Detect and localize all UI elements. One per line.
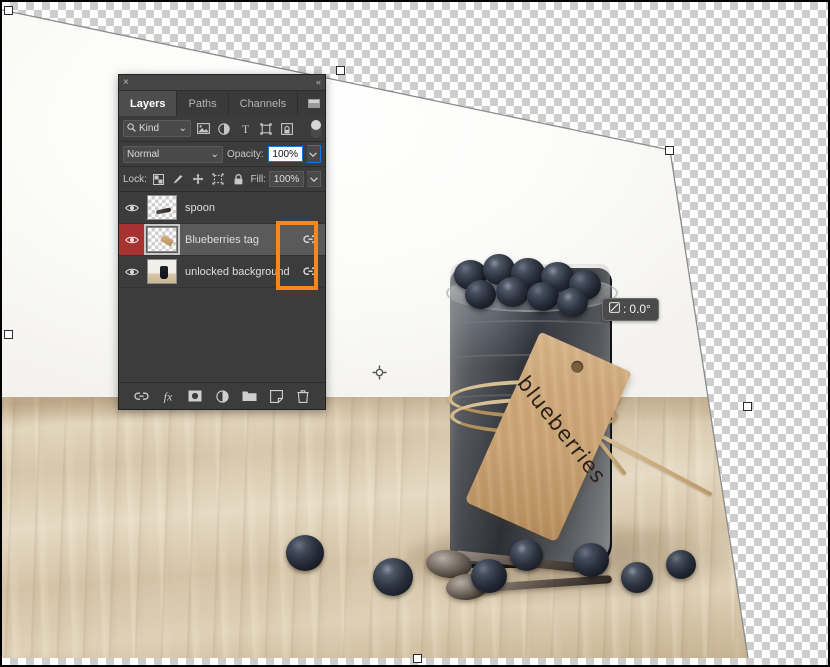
tab-layers[interactable]: Layers xyxy=(119,91,178,116)
shape-layer-filter-icon[interactable] xyxy=(257,120,275,137)
adjustment-layer-filter-icon[interactable] xyxy=(215,120,233,137)
layer-visibility-toggle[interactable] xyxy=(119,192,145,223)
opacity-input[interactable]: 100% xyxy=(267,146,303,162)
layer-name-label: unlocked background xyxy=(185,265,290,278)
pixel-layer-filter-icon[interactable] xyxy=(194,120,212,137)
berry-scatter-3 xyxy=(471,559,507,593)
berry-scatter-4 xyxy=(510,539,543,571)
tab-paths-label: Paths xyxy=(188,97,217,110)
layers-panel-footer: fx xyxy=(119,382,325,409)
tab-channels[interactable]: Channels xyxy=(228,91,299,116)
handle-top-left[interactable] xyxy=(4,6,13,15)
link-layers-icon[interactable] xyxy=(295,256,325,287)
hud-separator: : xyxy=(623,302,627,316)
lock-artboard-nesting-icon[interactable] xyxy=(210,171,227,188)
fill-label: Fill: xyxy=(250,173,266,185)
opacity-stepper-icon[interactable] xyxy=(306,145,321,163)
handle-bottom-center[interactable] xyxy=(413,654,422,663)
smart-object-filter-icon[interactable] xyxy=(278,120,296,137)
thumbnail-content xyxy=(155,207,172,215)
type-layer-filter-icon[interactable]: T xyxy=(236,120,254,137)
layer-name-label: Blueberries tag xyxy=(185,233,259,246)
svg-text:T: T xyxy=(241,123,249,135)
search-icon xyxy=(127,122,136,135)
berry-top-6 xyxy=(465,280,496,309)
layer-thumbnail[interactable] xyxy=(147,259,177,284)
lock-label: Lock: xyxy=(123,173,147,185)
tab-layers-label: Layers xyxy=(130,97,166,110)
fill-stepper-icon[interactable] xyxy=(307,171,321,187)
berry-scatter-5 xyxy=(573,543,609,577)
berry-scatter-2 xyxy=(373,558,413,596)
lock-image-pixels-icon[interactable] xyxy=(170,171,187,188)
filter-kind-select[interactable]: Kind ⌄ xyxy=(123,120,191,137)
berry-scatter-7 xyxy=(666,550,696,579)
add-layer-mask-icon[interactable] xyxy=(187,388,204,405)
blend-mode-select[interactable]: Normal ⌄ xyxy=(123,145,223,163)
transform-pivot[interactable] xyxy=(372,365,387,380)
panel-titlebar: × « xyxy=(119,75,325,91)
panel-tabs: Layers Paths Channels xyxy=(119,91,325,116)
layer-list[interactable]: spoon Blueberries tag unlocked backgroun… xyxy=(119,192,325,382)
tag-hole xyxy=(569,358,586,375)
thumbnail-content xyxy=(148,260,176,283)
handle-middle-left[interactable] xyxy=(4,330,13,339)
layer-row-blueberries-tag[interactable]: Blueberries tag xyxy=(119,224,325,256)
handle-top-right[interactable] xyxy=(665,146,674,155)
panel-menu-icon[interactable] xyxy=(303,91,325,116)
wooden-table-surface xyxy=(2,397,748,658)
new-adjustment-layer-icon[interactable] xyxy=(214,388,231,405)
thumbnail-content xyxy=(160,234,174,247)
transform-angle-hud: : 0.0° xyxy=(602,298,659,321)
chevron-down-icon: ⌄ xyxy=(178,123,187,134)
berry-scatter-1 xyxy=(286,535,324,571)
jar-ring-1 xyxy=(452,320,608,330)
blend-mode-value: Normal xyxy=(127,148,160,160)
photoshop-window: blueberries: 0.0° × « Layers Paths Chan… xyxy=(0,0,830,667)
handle-middle-right[interactable] xyxy=(743,402,752,411)
berry-top-9 xyxy=(557,288,588,317)
new-layer-icon[interactable] xyxy=(268,388,285,405)
lock-position-icon[interactable] xyxy=(190,171,207,188)
svg-text:fx: fx xyxy=(163,390,172,403)
lock-row: Lock: Fill: 100% xyxy=(119,167,325,192)
delete-layer-icon[interactable] xyxy=(295,388,312,405)
lock-all-icon[interactable] xyxy=(230,171,247,188)
new-group-icon[interactable] xyxy=(241,388,258,405)
filter-enable-toggle[interactable] xyxy=(311,119,321,138)
layer-filter-row: Kind ⌄ T xyxy=(119,116,325,142)
collapse-panel-icon[interactable]: « xyxy=(316,78,321,87)
fill-input[interactable]: 100% xyxy=(269,171,304,187)
link-layers-icon[interactable] xyxy=(133,388,150,405)
layer-name-label: spoon xyxy=(185,201,215,214)
berry-top-7 xyxy=(496,277,529,307)
layer-link-cell xyxy=(295,192,325,223)
angle-icon xyxy=(609,302,620,316)
blend-mode-row: Normal ⌄ Opacity: 100% xyxy=(119,142,325,167)
close-icon[interactable]: × xyxy=(123,77,129,88)
layer-row-spoon[interactable]: spoon xyxy=(119,192,325,224)
layer-style-fx-icon[interactable]: fx xyxy=(160,388,177,405)
tab-channels-label: Channels xyxy=(239,97,287,110)
berry-top-8 xyxy=(527,282,559,311)
layer-visibility-toggle[interactable] xyxy=(119,224,145,255)
tag-handwriting: blueberries xyxy=(512,371,611,489)
layer-thumbnail[interactable] xyxy=(144,224,180,255)
hud-angle-value: 0.0° xyxy=(629,302,651,316)
layer-visibility-toggle[interactable] xyxy=(119,256,145,287)
lock-transparent-pixels-icon[interactable] xyxy=(150,171,167,188)
layer-row-unlocked-background[interactable]: unlocked background xyxy=(119,256,325,288)
chevron-down-icon: ⌄ xyxy=(210,148,219,160)
tab-paths[interactable]: Paths xyxy=(177,91,229,116)
layers-panel[interactable]: × « Layers Paths Channels Kind ⌄ T Norma… xyxy=(118,74,326,410)
handle-top-center[interactable] xyxy=(336,66,345,75)
link-layers-icon[interactable] xyxy=(295,224,325,255)
layer-thumbnail[interactable] xyxy=(147,195,177,220)
opacity-label: Opacity: xyxy=(227,148,264,160)
berry-scatter-6 xyxy=(621,562,653,593)
filter-kind-label: Kind xyxy=(139,123,160,134)
